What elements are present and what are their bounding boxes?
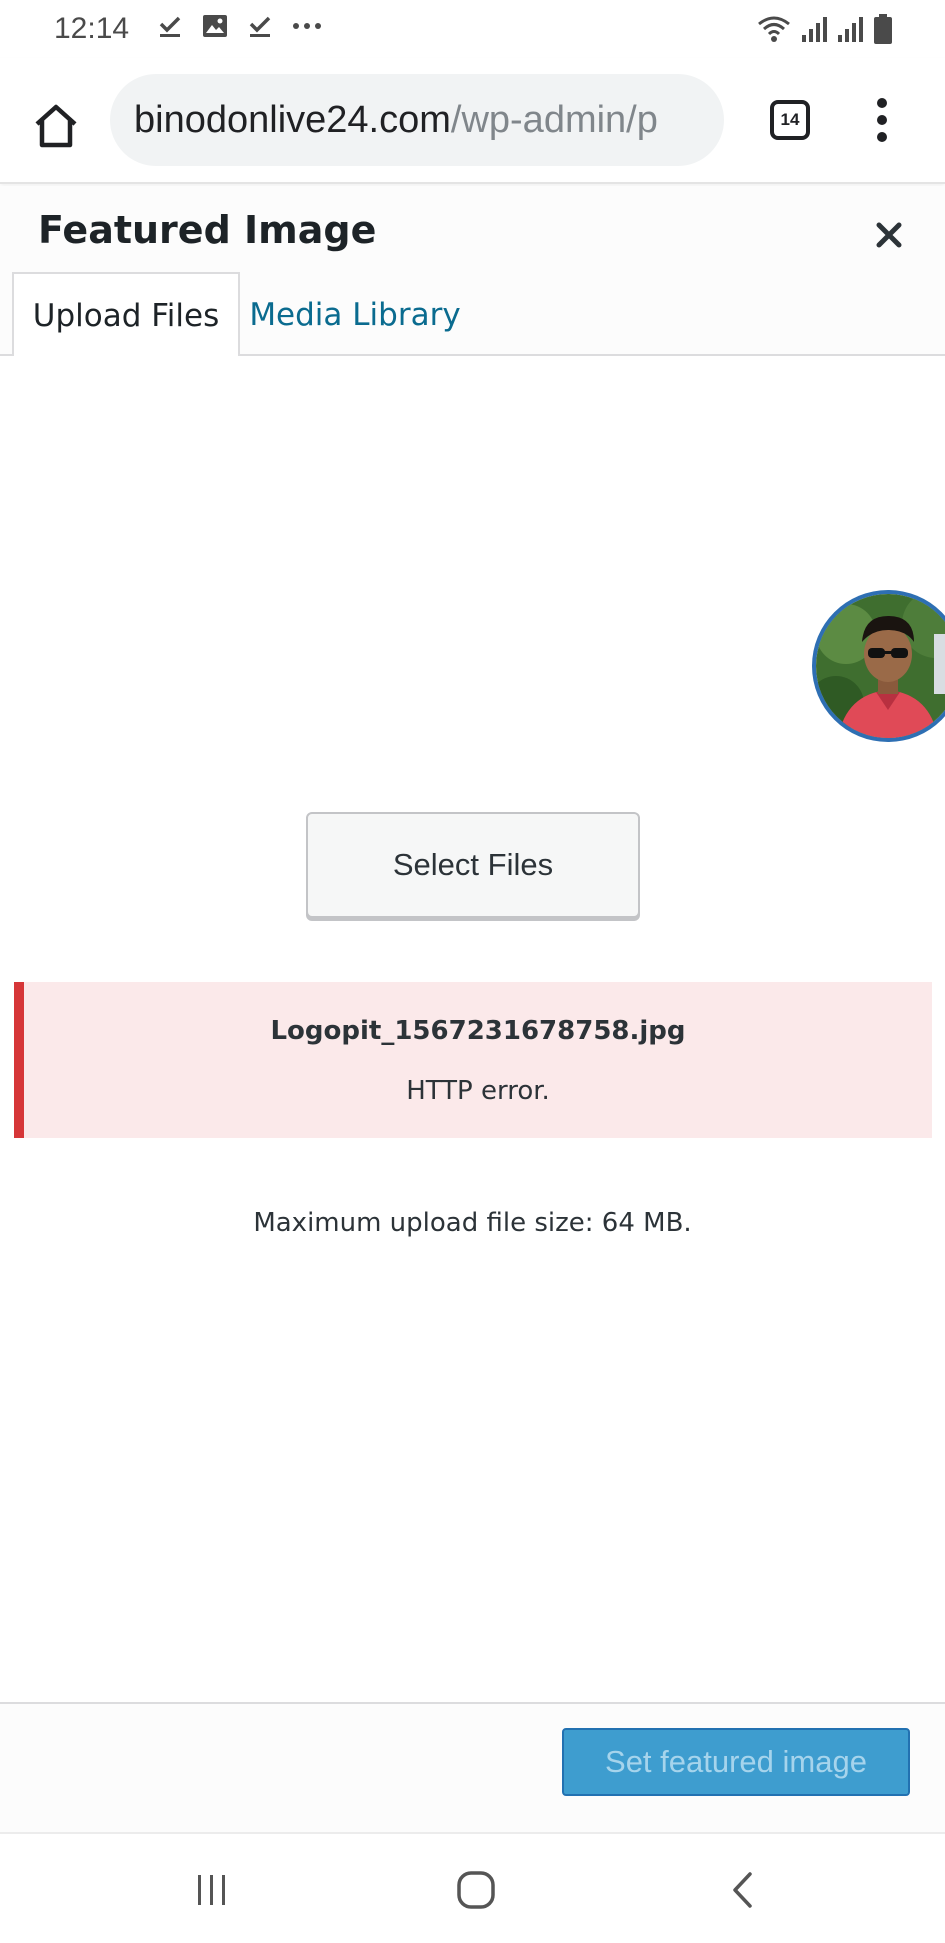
home-nav-button[interactable] [446,1860,506,1920]
recent-apps-button[interactable] [182,1860,242,1920]
max-upload-size-text: Maximum upload file size: 64 MB. [253,1208,692,1238]
error-message: HTTP error. [406,1076,550,1106]
url-domain: binodonlive24.com [134,98,451,141]
home-button[interactable] [28,98,84,154]
browser-toolbar: binodonlive24.com/wp-admin/p 14 [0,58,945,184]
check-download-icon [159,16,181,37]
select-files-button[interactable]: Select Files [306,812,640,918]
tab-switcher-button[interactable]: 14 [770,100,810,140]
set-featured-image-button[interactable]: Set featured image [562,1728,910,1796]
battery-icon [874,14,892,44]
image-icon [203,15,227,37]
status-time: 12:14 [54,12,130,45]
status-bar: 12:14 [0,0,945,58]
system-icons [757,14,893,44]
android-navigation-bar [0,1832,945,1943]
upload-error-notice: Logopit_1567231678758.jpg HTTP error. [14,982,932,1138]
back-chevron-icon [733,1872,752,1908]
menu-dot-icon [877,115,887,125]
address-bar[interactable]: binodonlive24.com/wp-admin/p [110,74,724,166]
modal-header: Featured Image Upload Files Media Librar… [0,186,945,358]
home-icon [35,104,77,148]
more-dots-icon [293,23,321,29]
error-filename: Logopit_1567231678758.jpg [270,1016,686,1046]
signal-icon [802,17,827,42]
signal-icon [838,17,863,42]
check-download-icon [249,16,271,37]
notification-icons [158,14,322,38]
url-path: /wp-admin/p [450,98,658,141]
menu-dot-icon [877,132,887,142]
tab-upload-files[interactable]: Upload Files [12,272,240,358]
wifi-icon [758,16,790,42]
recent-apps-icon [198,1875,225,1905]
close-icon [876,222,902,248]
modal-title: Featured Image [38,208,377,252]
back-button[interactable] [712,1860,772,1920]
modal-footer-toolbar: Set featured image [0,1702,945,1832]
modal-tabs: Upload Files Media Library [0,272,945,358]
menu-dot-icon [877,98,887,108]
close-button[interactable] [866,212,912,258]
browser-menu-button[interactable] [862,94,902,146]
tab-media-library[interactable]: Media Library [240,272,470,358]
home-circle-icon [457,1871,495,1909]
